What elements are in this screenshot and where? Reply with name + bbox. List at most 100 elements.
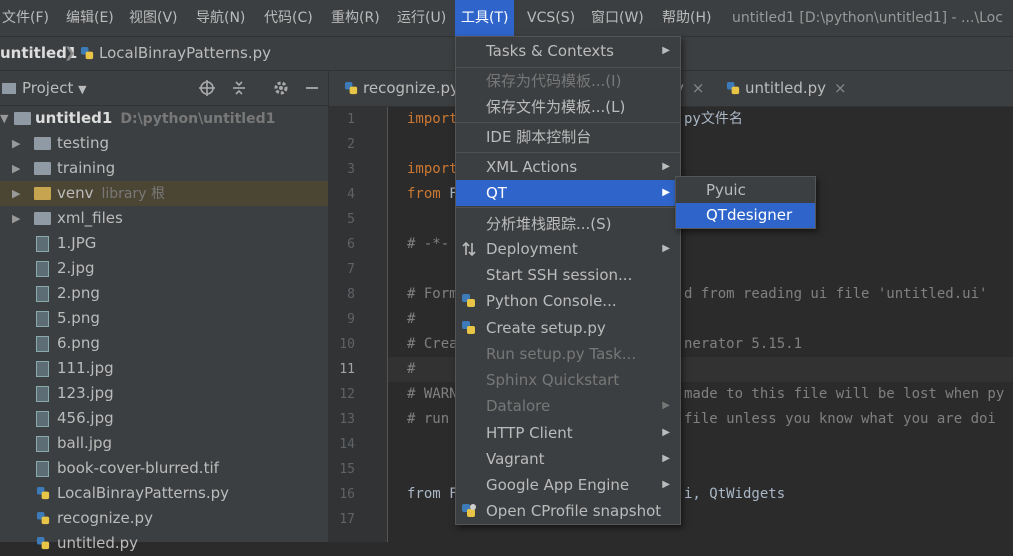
menu-item-save-file-template[interactable]: 保存文件为模板...(L) <box>456 94 680 120</box>
deployment-icon <box>462 241 476 257</box>
menu-window[interactable]: 窗口(W) <box>585 0 650 36</box>
line-number: 17 <box>339 512 355 527</box>
menu-item-create-setup[interactable]: Create setup.py <box>456 315 680 341</box>
tree-item-file[interactable]: 1.JPG <box>0 231 328 256</box>
chevron-right-icon[interactable]: ▶ <box>12 206 22 231</box>
menu-item-run-setup-task[interactable]: Run setup.py Task... <box>456 341 680 367</box>
gear-icon[interactable] <box>272 79 290 97</box>
menu-item-qt[interactable]: QT ▶ <box>456 180 680 206</box>
menu-file[interactable]: 文件(F) <box>0 0 55 36</box>
tree-item-label: testing <box>57 134 110 152</box>
menu-code[interactable]: 代码(C) <box>258 0 319 36</box>
submenu-arrow-icon: ▶ <box>662 479 670 490</box>
menu-item-ide-script-console[interactable]: IDE 脚本控制台 <box>456 124 680 150</box>
menu-navigate[interactable]: 导航(N) <box>190 0 251 36</box>
breadcrumb-file[interactable]: LocalBinrayPatterns.py <box>80 37 271 70</box>
menu-item-save-code-template[interactable]: 保存为代码模板...(I) <box>456 68 680 94</box>
code-fragment: i, QtWidgets <box>684 486 786 502</box>
tree-item-file[interactable]: 111.jpg <box>0 356 328 381</box>
menu-item-sphinx-quickstart[interactable]: Sphinx Quickstart <box>456 367 680 393</box>
menu-item-tasks-contexts[interactable]: Tasks & Contexts ▶ <box>456 38 680 64</box>
close-icon[interactable]: × <box>692 79 705 97</box>
tree-item-testing[interactable]: ▶ testing <box>0 131 328 156</box>
tree-item-label: venv <box>57 184 94 202</box>
chevron-right-icon[interactable]: ▶ <box>12 131 22 156</box>
line-number: 11 <box>339 362 355 377</box>
menu-item-qtdesigner[interactable]: QTdesigner <box>676 203 815 228</box>
tree-item-file[interactable]: 5.png <box>0 306 328 331</box>
code-text: # <box>407 361 416 377</box>
tab-untitled[interactable]: untitled.py × <box>726 71 847 106</box>
code-line: # Form <box>407 282 458 307</box>
tree-item-file[interactable]: book-cover-blurred.tif <box>0 456 328 481</box>
menu-item-deployment[interactable]: Deployment ▶ <box>456 236 680 262</box>
image-file-icon <box>36 461 49 477</box>
line-number: 12 <box>339 387 355 402</box>
chevron-right-icon[interactable]: ▶ <box>12 156 22 181</box>
menu-view[interactable]: 视图(V) <box>123 0 184 36</box>
collapse-all-icon[interactable] <box>230 79 248 97</box>
tree-item-venv[interactable]: ▶ venv library 根 <box>0 181 328 206</box>
tree-item-file[interactable]: 6.png <box>0 331 328 356</box>
code-line: # Crea <box>407 332 458 357</box>
menu-item-datalore[interactable]: Datalore ▶ <box>456 393 680 419</box>
menu-item-open-cprofile[interactable]: Open CProfile snapshot <box>456 498 680 524</box>
tree-item-label: LocalBinrayPatterns.py <box>57 484 230 502</box>
line-number: 14 <box>339 437 355 452</box>
tree-item-file[interactable]: 123.jpg <box>0 381 328 406</box>
menu-item-pyuic[interactable]: Pyuic <box>676 178 815 203</box>
close-icon[interactable]: × <box>834 79 847 97</box>
project-panel-title[interactable]: Project ▼ <box>22 71 87 105</box>
tree-item-file[interactable]: 456.jpg <box>0 406 328 431</box>
menu-item-vagrant[interactable]: Vagrant ▶ <box>456 446 680 472</box>
chevron-down-icon[interactable]: ▼ <box>0 106 10 131</box>
menu-edit[interactable]: 编辑(E) <box>60 0 120 36</box>
tree-item-label: training <box>57 159 116 177</box>
menu-item-http-client[interactable]: HTTP Client ▶ <box>456 420 680 446</box>
submenu-arrow-icon: ▶ <box>662 161 670 172</box>
menu-run[interactable]: 运行(U) <box>391 0 452 36</box>
image-file-icon <box>36 336 49 352</box>
chevron-down-icon[interactable]: ▼ <box>78 83 86 96</box>
tree-item-label: recognize.py <box>57 509 153 527</box>
tree-item-file[interactable]: 2.jpg <box>0 256 328 281</box>
minimize-icon[interactable] <box>303 79 321 97</box>
tree-item-file[interactable]: 2.png <box>0 281 328 306</box>
locate-icon[interactable] <box>198 79 216 97</box>
python-icon <box>36 486 50 500</box>
tools-menu: Tasks & Contexts ▶ 保存为代码模板...(I) 保存文件为模板.… <box>455 36 681 525</box>
image-file-icon <box>36 361 49 377</box>
tree-root-path: D:\python\untitled1 <box>120 111 276 127</box>
tree-item-xml-files[interactable]: ▶ xml_files <box>0 206 328 231</box>
tab-label: recognize.py <box>363 79 459 97</box>
menu-item-xml-actions[interactable]: XML Actions ▶ <box>456 154 680 180</box>
menu-vcs[interactable]: VCS(S) <box>521 0 581 36</box>
chevron-right-icon[interactable]: ▶ <box>12 181 22 206</box>
menu-refactor[interactable]: 重构(R) <box>325 0 386 36</box>
tree-item-root[interactable]: ▼ untitled1 D:\python\untitled1 <box>0 106 328 131</box>
folder-icon <box>14 112 31 125</box>
tab-recognize[interactable]: recognize.py <box>344 71 459 106</box>
code-fragment: py文件名 <box>684 111 743 127</box>
line-number: 15 <box>339 462 355 477</box>
line-number: 9 <box>347 312 355 327</box>
tree-item-file[interactable]: LocalBinrayPatterns.py <box>0 481 328 506</box>
line-number: 3 <box>347 162 355 177</box>
tree-item-label: 123.jpg <box>57 384 114 402</box>
line-number: 5 <box>347 212 355 227</box>
menu-item-google-app-engine[interactable]: Google App Engine ▶ <box>456 472 680 498</box>
menu-help[interactable]: 帮助(H) <box>656 0 717 36</box>
breadcrumb-file-label: LocalBinrayPatterns.py <box>99 44 272 62</box>
image-file-icon <box>36 311 49 327</box>
menu-tools[interactable]: 工具(T) <box>455 0 515 36</box>
menu-item-start-ssh[interactable]: Start SSH session... <box>456 262 680 288</box>
tree-item-training[interactable]: ▶ training <box>0 156 328 181</box>
menu-item-python-console[interactable]: Python Console... <box>456 288 680 314</box>
tree-item-file[interactable]: untitled.py <box>0 531 328 556</box>
tree-item-file[interactable]: ball.jpg <box>0 431 328 456</box>
menu-item-label: 保存文件为模板...(L) <box>486 98 626 116</box>
tree-item-file[interactable]: recognize.py <box>0 506 328 531</box>
menu-item-label: QTdesigner <box>706 206 793 224</box>
menu-item-analyze-stacktrace[interactable]: 分析堆栈跟踪...(S) <box>456 211 680 237</box>
menu-separator <box>456 207 680 208</box>
